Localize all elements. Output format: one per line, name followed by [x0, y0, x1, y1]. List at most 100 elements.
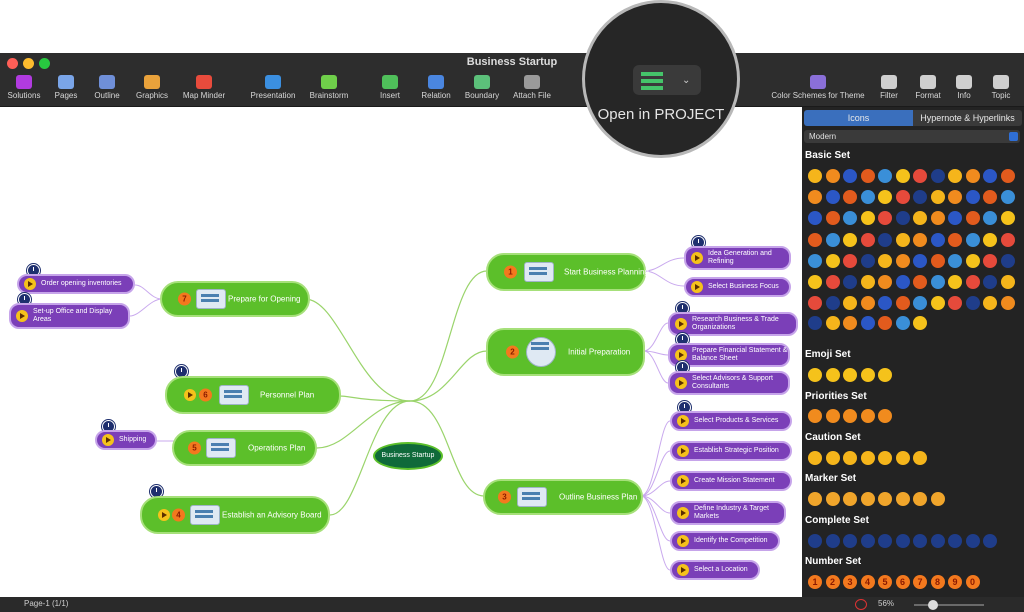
basic-set-icon[interactable] [965, 233, 980, 247]
basic-set-icon[interactable] [948, 190, 962, 204]
toolbar-graphics[interactable]: Graphics [132, 75, 172, 100]
complete-progress-icon[interactable] [860, 534, 875, 548]
basic-set-icon[interactable] [913, 211, 927, 225]
toolbar-color-schemes[interactable]: Color Schemes for Theme [764, 75, 872, 100]
basic-set-icon[interactable] [860, 211, 875, 225]
basic-set-icon[interactable] [878, 169, 892, 183]
topic-operations-plan[interactable]: 5 Operations Plan [172, 430, 317, 466]
subtopic-office-display[interactable]: Set-up Office and Display Areas [9, 303, 130, 329]
emoji-icon[interactable] [843, 368, 857, 382]
topic-advisory-board[interactable]: 4 Establish an Advisory Board [140, 496, 330, 534]
toolbar-filter[interactable]: Filter [876, 75, 902, 100]
toolbar-outline[interactable]: Outline [89, 75, 125, 100]
basic-set-icon[interactable] [808, 211, 822, 225]
toolbar-insert[interactable]: Insert [373, 75, 407, 100]
basic-set-icon[interactable] [895, 296, 910, 310]
basic-set-icon[interactable] [860, 169, 875, 183]
marker-pin-icon[interactable] [878, 492, 892, 506]
priority-bars-icon[interactable] [843, 409, 857, 423]
basic-set-icon[interactable] [1000, 233, 1015, 247]
complete-progress-icon[interactable] [913, 534, 927, 548]
basic-set-icon[interactable] [825, 211, 840, 225]
tab-hypernote[interactable]: Hypernote & Hyperlinks [913, 110, 1022, 126]
tab-icons[interactable]: Icons [804, 110, 913, 126]
basic-set-icon[interactable] [948, 296, 962, 310]
basic-set-icon[interactable] [930, 296, 945, 310]
toolbar-relation[interactable]: Relation [417, 75, 455, 100]
toolbar-boundary[interactable]: Boundary [462, 75, 502, 100]
basic-set-icon[interactable] [843, 296, 857, 310]
topic-initial-preparation[interactable]: 2 Initial Preparation [486, 328, 645, 376]
basic-set-icon[interactable] [983, 296, 997, 310]
basic-set-icon[interactable] [930, 233, 945, 247]
subtopic-idea-generation[interactable]: Idea Generation and Refining [684, 246, 791, 270]
basic-set-icon[interactable] [913, 254, 927, 268]
number-set-icon[interactable]: 3 [843, 575, 857, 589]
basic-set-icon[interactable] [983, 275, 997, 289]
basic-set-icon[interactable] [965, 275, 980, 289]
basic-set-icon[interactable] [843, 211, 857, 225]
open-in-project-icon[interactable]: ⌄ [633, 65, 701, 95]
number-set-icon[interactable]: 5 [878, 575, 892, 589]
basic-set-icon[interactable] [983, 169, 997, 183]
subtopic-research-organizations[interactable]: Research Business & Trade Organizations [668, 312, 798, 336]
basic-set-icon[interactable] [843, 254, 857, 268]
basic-set-icon[interactable] [930, 211, 945, 225]
complete-progress-icon[interactable] [983, 534, 997, 548]
topic-outline-business-plan[interactable]: 3 Outline Business Plan [483, 479, 643, 515]
basic-set-icon[interactable] [895, 275, 910, 289]
complete-progress-icon[interactable] [965, 534, 980, 548]
basic-set-icon[interactable] [930, 190, 945, 204]
subtopic-select-advisors[interactable]: Select Advisors & Support Consultants [668, 371, 790, 395]
basic-set-icon[interactable] [878, 296, 892, 310]
toolbar-solutions[interactable]: Solutions [4, 75, 44, 100]
toolbar-info[interactable]: Info [952, 75, 976, 100]
priority-bars-icon[interactable] [860, 409, 875, 423]
subtopic-shipping[interactable]: Shipping [95, 430, 157, 450]
number-set-icon[interactable]: 0 [965, 575, 980, 589]
number-set-icon[interactable]: 6 [895, 575, 910, 589]
emoji-icon[interactable] [860, 368, 875, 382]
basic-set-icon[interactable] [965, 211, 980, 225]
basic-set-icon[interactable] [895, 190, 910, 204]
basic-set-icon[interactable] [860, 254, 875, 268]
basic-set-icon[interactable] [948, 169, 962, 183]
basic-set-icon[interactable] [965, 190, 980, 204]
marker-pin-icon[interactable] [825, 492, 840, 506]
basic-set-icon[interactable] [825, 233, 840, 247]
basic-set-icon[interactable] [860, 296, 875, 310]
basic-set-icon[interactable] [983, 254, 997, 268]
basic-set-icon[interactable] [808, 233, 822, 247]
topic-start-business-planning[interactable]: 1 Start Business Planning [486, 253, 649, 291]
basic-set-icon[interactable] [983, 211, 997, 225]
marker-pin-icon[interactable] [843, 492, 857, 506]
topic-prepare-for-opening[interactable]: 7 Prepare for Opening [160, 281, 310, 317]
basic-set-icon[interactable] [878, 190, 892, 204]
number-set-icon[interactable]: 4 [860, 575, 875, 589]
eye-icon[interactable] [855, 599, 867, 610]
toolbar-presentation[interactable]: Presentation [246, 75, 300, 100]
basic-set-icon[interactable] [913, 275, 927, 289]
basic-set-icon[interactable] [1000, 275, 1015, 289]
basic-set-icon[interactable] [808, 254, 822, 268]
subtopic-business-focus[interactable]: Select Business Focus [684, 277, 791, 297]
subtopic-strategic-position[interactable]: Establish Strategic Position [670, 441, 792, 461]
basic-set-icon[interactable] [825, 190, 840, 204]
priority-bars-icon[interactable] [878, 409, 892, 423]
subtopic-mission-statement[interactable]: Create Mission Statement [670, 471, 792, 491]
mind-map-canvas[interactable]: Business Startup 7 Prepare for Opening 6… [0, 107, 802, 597]
basic-set-icon[interactable] [895, 233, 910, 247]
complete-progress-icon[interactable] [878, 534, 892, 548]
basic-set-icon[interactable] [1000, 254, 1015, 268]
complete-progress-icon[interactable] [808, 534, 822, 548]
subtopic-competition[interactable]: Identify the Competition [670, 531, 780, 551]
basic-set-icon[interactable] [860, 233, 875, 247]
complete-progress-icon[interactable] [895, 534, 910, 548]
basic-set-icon[interactable] [895, 316, 910, 330]
basic-set-icon[interactable] [878, 211, 892, 225]
number-set-icon[interactable]: 8 [930, 575, 945, 589]
basic-set-icon[interactable] [913, 190, 927, 204]
priority-bars-icon[interactable] [808, 409, 822, 423]
complete-progress-icon[interactable] [930, 534, 945, 548]
basic-set-icon[interactable] [1000, 190, 1015, 204]
